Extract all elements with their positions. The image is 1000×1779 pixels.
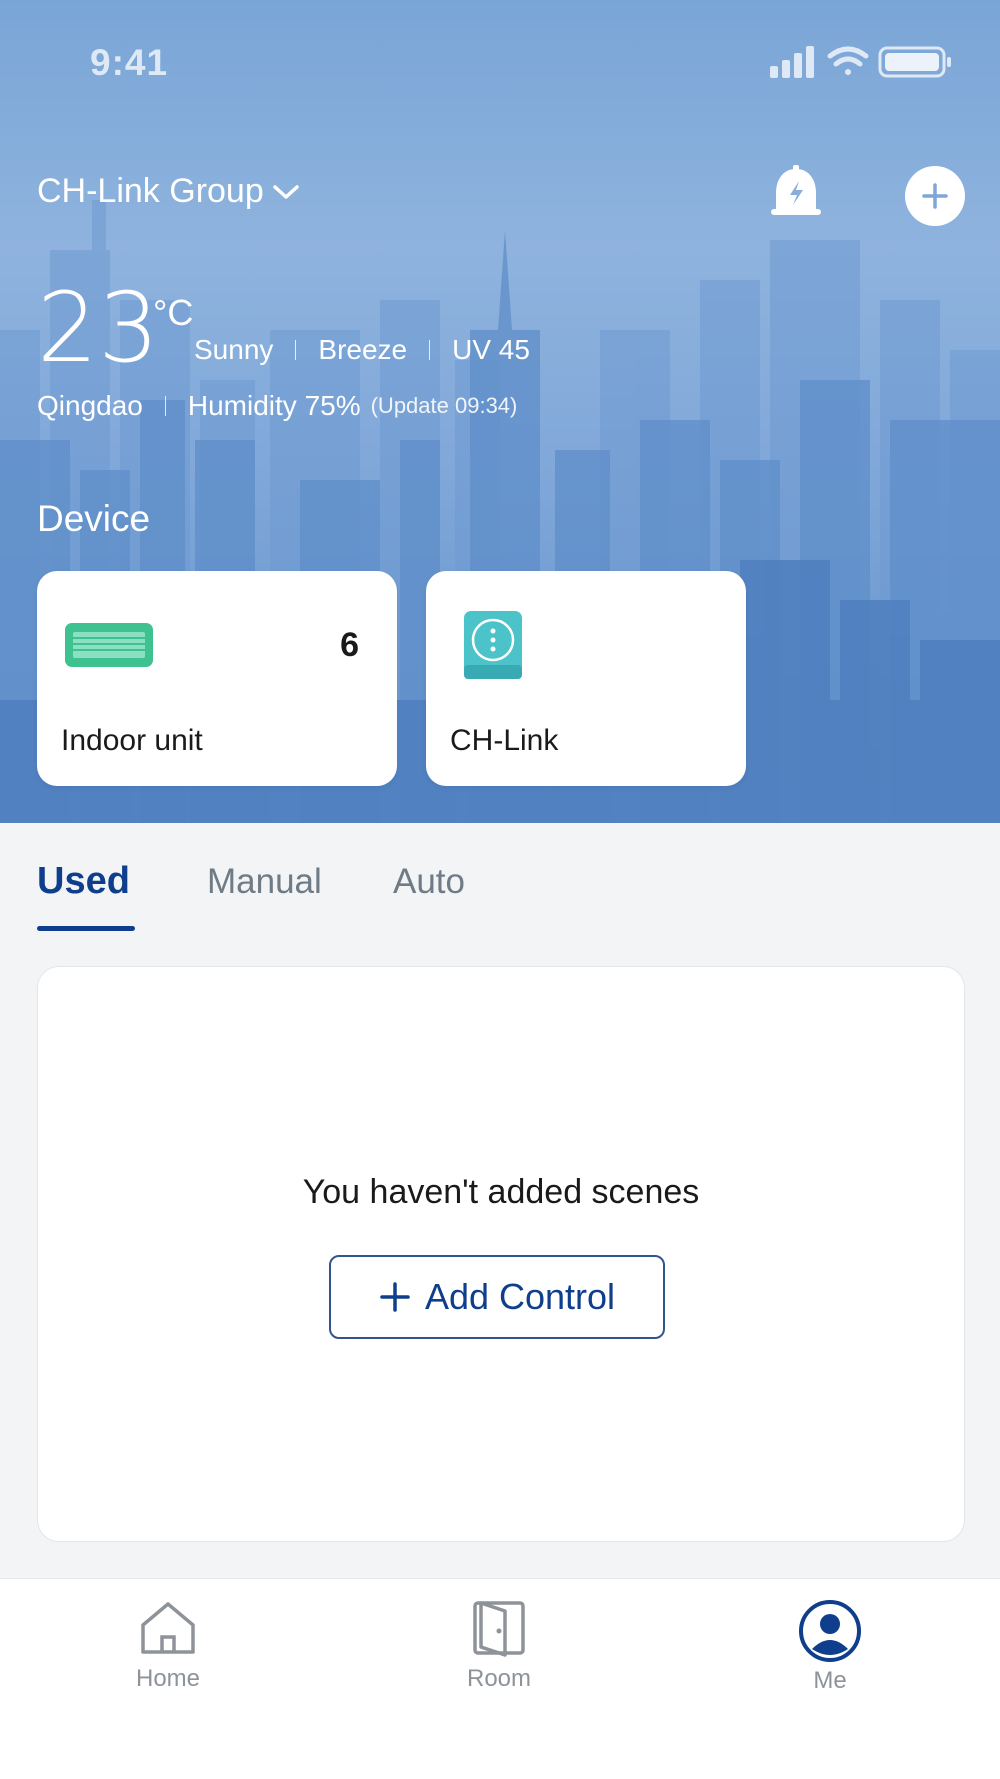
plus-icon bbox=[380, 1282, 410, 1312]
add-button[interactable] bbox=[905, 166, 965, 226]
device-name: CH-Link bbox=[450, 724, 559, 757]
bottom-navigation: Home Room Me bbox=[0, 1578, 1000, 1779]
user-profile-icon bbox=[799, 1600, 861, 1662]
temperature-unit: °C bbox=[153, 292, 194, 333]
header-banner: 9:41 CH-Link Group 23 °C Sunny Breeze UV… bbox=[0, 0, 1000, 823]
chevron-down-icon bbox=[273, 184, 299, 199]
nav-home-label: Home bbox=[135, 1665, 201, 1692]
empty-scenes-message: You haven't added scenes bbox=[302, 1173, 700, 1211]
active-tab-indicator bbox=[37, 926, 135, 931]
city-name: Qingdao bbox=[37, 390, 143, 421]
uv-index: UV 45 bbox=[452, 334, 530, 365]
nav-home[interactable]: Home bbox=[108, 1599, 228, 1693]
device-name: Indoor unit bbox=[61, 724, 203, 757]
nav-room[interactable]: Room bbox=[439, 1599, 559, 1693]
weather-location-line: Qingdao Humidity 75% (Update 09:34) bbox=[37, 390, 517, 422]
cellular-signal-icon bbox=[770, 46, 814, 78]
status-time: 9:41 bbox=[90, 42, 169, 83]
scenes-panel: You haven't added scenes Add Control bbox=[37, 966, 965, 1542]
humidity: Humidity 75% bbox=[187, 390, 361, 421]
status-indicators bbox=[770, 46, 951, 78]
divider bbox=[429, 340, 431, 360]
temperature-value: 23 bbox=[37, 272, 160, 384]
tab-auto[interactable]: Auto bbox=[393, 862, 465, 902]
tab-used[interactable]: Used bbox=[37, 860, 130, 903]
home-icon bbox=[141, 1602, 195, 1654]
group-name: CH-Link Group bbox=[37, 172, 264, 210]
door-icon bbox=[473, 1601, 525, 1657]
nav-me-label: Me bbox=[813, 1667, 847, 1694]
divider bbox=[295, 340, 297, 360]
alarm-bell-icon[interactable] bbox=[765, 163, 827, 225]
plus-icon bbox=[922, 183, 948, 209]
indoor-unit-icon bbox=[65, 623, 153, 667]
battery-icon bbox=[878, 46, 951, 78]
scene-tabs: Used Manual Auto bbox=[0, 860, 1000, 931]
group-selector[interactable]: CH-Link Group bbox=[37, 172, 300, 211]
wifi-icon bbox=[827, 46, 869, 75]
add-control-button[interactable]: Add Control bbox=[329, 1255, 665, 1339]
device-card-ch-link[interactable]: CH-Link bbox=[426, 571, 746, 786]
device-section-title: Device bbox=[37, 498, 151, 539]
weather-condition: Sunny bbox=[194, 334, 274, 365]
update-time: (Update 09:34) bbox=[370, 393, 518, 418]
add-control-label: Add Control bbox=[424, 1276, 616, 1317]
ch-link-device-icon bbox=[464, 611, 522, 679]
nav-room-label: Room bbox=[466, 1665, 532, 1692]
tab-manual[interactable]: Manual bbox=[207, 862, 322, 902]
weather-conditions: Sunny Breeze UV 45 bbox=[194, 334, 530, 366]
device-count: 6 bbox=[340, 626, 359, 664]
divider bbox=[164, 396, 166, 416]
nav-me[interactable]: Me bbox=[770, 1599, 890, 1695]
device-card-indoor-unit[interactable]: 6 Indoor unit bbox=[37, 571, 397, 786]
wind-level: Breeze bbox=[318, 334, 408, 365]
